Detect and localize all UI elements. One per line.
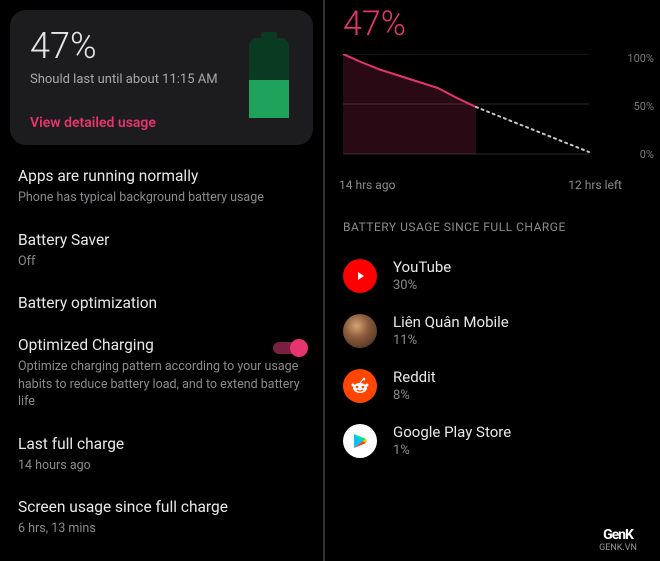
- reddit-icon: [343, 369, 377, 403]
- watermark-url: GENK.VN: [599, 543, 637, 553]
- app-pct: 11%: [393, 333, 509, 348]
- row-sub: Off: [18, 253, 305, 271]
- row-sub: 14 hours ago: [18, 457, 305, 475]
- chart-ylabel-100: 100%: [627, 52, 654, 65]
- battery-percent-detail: 47%: [337, 0, 660, 50]
- optimized-charging-row[interactable]: Optimized Charging Optimize charging pat…: [0, 324, 323, 423]
- row-title: Last full charge: [18, 435, 305, 453]
- app-pct: 30%: [393, 278, 451, 293]
- battery-chart[interactable]: 100% 50% 0%: [343, 54, 652, 164]
- app-row-youtube[interactable]: YouTube 30%: [337, 248, 660, 303]
- row-sub: 6 hrs, 13 mins: [18, 520, 305, 538]
- battery-icon: [245, 32, 293, 120]
- app-pct: 1%: [393, 443, 511, 458]
- app-row-play[interactable]: Google Play Store 1%: [337, 413, 660, 468]
- chart-xlabel-left: 14 hrs ago: [339, 178, 395, 192]
- optimized-charging-toggle[interactable]: [273, 338, 309, 358]
- row-title: Screen usage since full charge: [18, 498, 305, 516]
- chart-xlabel-right: 12 hrs left: [568, 178, 622, 192]
- row-title: Apps are running normally: [18, 167, 305, 185]
- last-full-charge-row: Last full charge 14 hours ago: [0, 423, 323, 487]
- watermark-logo: GenK: [603, 527, 633, 543]
- lqm-icon: [343, 314, 377, 348]
- apps-status-row[interactable]: Apps are running normally Phone has typi…: [0, 155, 323, 219]
- row-title: Optimized Charging: [18, 336, 305, 354]
- youtube-icon: [343, 259, 377, 293]
- chart-xlabels: 14 hrs ago 12 hrs left: [337, 170, 660, 192]
- app-row-lqm[interactable]: Liên Quân Mobile 11%: [337, 303, 660, 358]
- battery-settings-panel: 47% Should last until about 11:15 AM Vie…: [0, 0, 325, 561]
- app-name: Google Play Store: [393, 423, 511, 441]
- row-sub: Optimize charging pattern according to y…: [18, 358, 305, 411]
- battery-usage-panel: 47% 100% 50% 0% 14 hrs ago 12 hrs left B…: [325, 0, 660, 561]
- battery-saver-row[interactable]: Battery Saver Off: [0, 219, 323, 283]
- watermark: GenK GENK.VN: [582, 525, 654, 555]
- row-title: Battery optimization: [18, 294, 305, 312]
- battery-optimization-row[interactable]: Battery optimization: [0, 282, 323, 324]
- app-pct: 8%: [393, 388, 436, 403]
- usage-section-header: BATTERY USAGE SINCE FULL CHARGE: [337, 192, 660, 248]
- chart-ylabel-0: 0%: [640, 148, 654, 161]
- app-name: Reddit: [393, 368, 436, 386]
- chart-ylabel-50: 50%: [634, 100, 654, 113]
- row-sub: Phone has typical background battery usa…: [18, 189, 305, 207]
- view-detailed-usage-link[interactable]: View detailed usage: [30, 115, 156, 131]
- app-row-reddit[interactable]: Reddit 8%: [337, 358, 660, 413]
- app-name: Liên Quân Mobile: [393, 313, 509, 331]
- battery-summary-card: 47% Should last until about 11:15 AM Vie…: [10, 10, 313, 145]
- screen-usage-row: Screen usage since full charge 6 hrs, 13…: [0, 486, 323, 550]
- app-name: YouTube: [393, 258, 451, 276]
- play-store-icon: [343, 424, 377, 458]
- row-title: Battery Saver: [18, 231, 305, 249]
